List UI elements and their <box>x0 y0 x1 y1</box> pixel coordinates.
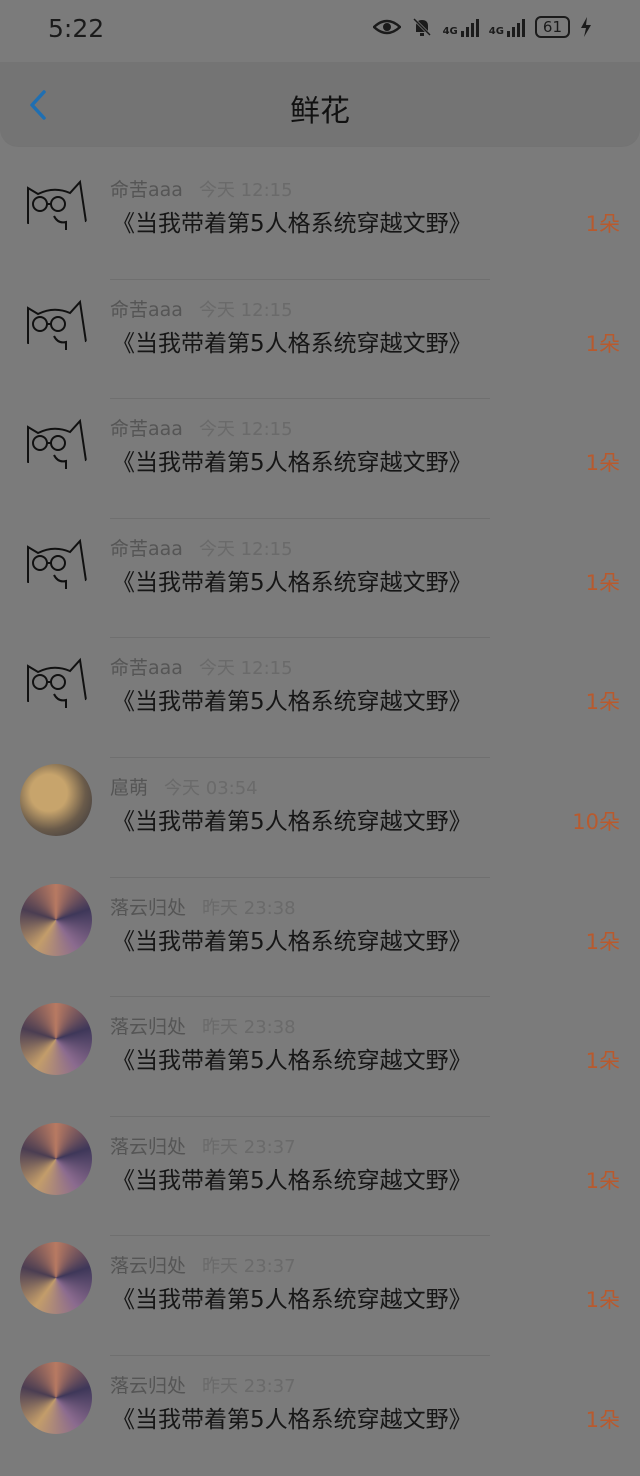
timestamp: 今天 03:54 <box>164 777 258 799</box>
book-title: 《当我带着第5人格系统穿越文野》 <box>112 928 472 955</box>
flower-count: 1朵 <box>585 1049 620 1074</box>
flower-count: 1朵 <box>585 1168 620 1193</box>
flower-count: 1朵 <box>585 570 620 595</box>
flower-count: 1朵 <box>585 331 620 356</box>
timestamp: 昨天 23:38 <box>202 897 296 919</box>
timestamp: 昨天 23:37 <box>202 1256 296 1278</box>
book-title: 《当我带着第5人格系统穿越文野》 <box>112 1048 472 1075</box>
list-item[interactable]: 命苦aaa 今天 12:15 《当我带着第5人格系统穿越文野》 1朵 <box>0 638 640 758</box>
user-name: 落云归处 昨天 23:38 <box>110 1016 296 1039</box>
avatar[interactable] <box>20 763 92 836</box>
list-item[interactable]: 命苦aaa 今天 12:15 《当我带着第5人格系统穿越文野》 1朵 <box>0 160 640 280</box>
user-name: 命苦aaa 今天 12:15 <box>110 179 293 201</box>
timestamp: 今天 12:15 <box>198 658 293 680</box>
user-name: 扈萌 今天 03:54 <box>110 776 258 799</box>
flower-count: 1朵 <box>585 690 620 715</box>
timestamp: 昨天 23:38 <box>202 1017 296 1039</box>
status-icons: 4G 4G 61 <box>372 16 592 38</box>
user-name: 命苦aaa 今天 12:15 <box>110 657 293 680</box>
list-item[interactable]: 落云归处 昨天 23:38 《当我带着第5人格系统穿越文野》 1朵 <box>0 878 640 998</box>
flower-count: 1朵 <box>585 212 620 236</box>
list-item[interactable]: 落云归处 昨天 23:37 《当我带着第5人格系统穿越文野》 1朵 <box>0 1117 640 1237</box>
avatar[interactable] <box>20 405 92 477</box>
timestamp: 今天 12:15 <box>198 419 293 441</box>
timestamp: 今天 12:15 <box>198 180 293 201</box>
list-item[interactable]: 扈萌 今天 03:54 《当我带着第5人格系统穿越文野》 10朵 <box>0 758 640 878</box>
avatar[interactable] <box>20 1003 92 1076</box>
book-title: 《当我带着第5人格系统穿越文野》 <box>112 450 472 477</box>
timestamp: 昨天 23:37 <box>202 1136 296 1158</box>
avatar[interactable] <box>20 883 92 956</box>
timestamp: 今天 12:15 <box>198 299 293 321</box>
timestamp: 昨天 23:37 <box>202 1375 296 1397</box>
list-item[interactable]: 落云归处 昨天 23:38 《当我带着第5人格系统穿越文野》 1朵 <box>0 997 640 1117</box>
cat-avatar-icon <box>27 658 87 709</box>
status-time: 5:22 <box>48 14 105 43</box>
avatar[interactable] <box>20 525 92 597</box>
user-name: 命苦aaa 今天 12:15 <box>110 298 293 321</box>
cat-avatar-icon <box>27 179 87 230</box>
book-title: 《当我带着第5人格系统穿越文野》 <box>112 1287 472 1314</box>
avatar[interactable] <box>20 644 92 716</box>
header: 鲜花 <box>0 62 640 146</box>
signal-icon: 4G <box>443 17 479 37</box>
cat-avatar-icon <box>27 418 87 470</box>
list-item[interactable]: 落云归处 昨天 23:37 《当我带着第5人格系统穿越文野》 1朵 <box>0 1236 640 1356</box>
book-title: 《当我带着第5人格系统穿越文野》 <box>112 1406 472 1433</box>
avatar[interactable] <box>20 1122 92 1195</box>
cat-avatar-icon <box>27 538 87 589</box>
book-title: 《当我带着第5人格系统穿越文野》 <box>112 689 472 716</box>
network-label-2: 4G <box>488 26 504 37</box>
flower-count: 1朵 <box>585 1288 620 1313</box>
list-item[interactable]: 命苦aaa 今天 12:15 《当我带着第5人格系统穿越文野》 1朵 <box>0 399 640 519</box>
user-name: 落云归处 昨天 23:37 <box>110 1374 296 1397</box>
avatar[interactable] <box>20 1242 92 1315</box>
status-bar: 5:22 4G 4G 61 <box>0 0 640 62</box>
cat-avatar-icon <box>27 299 87 350</box>
list-item[interactable]: 命苦aaa 今天 12:15 《当我带着第5人格系统穿越文野》 1朵 <box>0 519 640 639</box>
signal-icon-2: 4G <box>489 17 525 37</box>
eye-icon <box>372 19 401 35</box>
book-title: 《当我带着第5人格系统穿越文野》 <box>112 330 472 357</box>
charging-icon <box>581 17 591 37</box>
book-title: 《当我带着第5人格系统穿越文野》 <box>112 808 472 835</box>
user-name: 命苦aaa 今天 12:15 <box>110 418 293 441</box>
flower-list: 命苦aaa 今天 12:15 《当我带着第5人格系统穿越文野》 1朵 命苦aaa 今… <box>0 160 640 1476</box>
network-label-1: 4G <box>442 26 458 37</box>
avatar[interactable] <box>20 1361 92 1434</box>
user-name: 落云归处 昨天 23:38 <box>110 896 296 919</box>
user-name: 落云归处 昨天 23:37 <box>110 1135 296 1158</box>
flower-count: 1朵 <box>585 929 620 954</box>
avatar[interactable] <box>20 286 92 358</box>
user-name: 命苦aaa 今天 12:15 <box>110 537 293 560</box>
book-title: 《当我带着第5人格系统穿越文野》 <box>112 569 472 596</box>
battery-icon: 61 <box>534 16 570 38</box>
user-name: 落云归处 昨天 23:37 <box>110 1255 296 1278</box>
book-title: 《当我带着第5人格系统穿越文野》 <box>112 211 472 237</box>
avatar[interactable] <box>20 166 92 238</box>
page-title: 鲜花 <box>290 94 350 129</box>
flower-count: 1朵 <box>585 451 620 476</box>
list-item[interactable]: 命苦aaa 今天 12:15 《当我带着第5人格系统穿越文野》 1朵 <box>0 280 640 400</box>
flower-count: 1朵 <box>585 1407 620 1432</box>
book-title: 《当我带着第5人格系统穿越文野》 <box>112 1167 472 1194</box>
timestamp: 今天 12:15 <box>198 538 293 560</box>
flower-count: 10朵 <box>572 809 620 834</box>
bell-muted-icon <box>412 17 431 37</box>
